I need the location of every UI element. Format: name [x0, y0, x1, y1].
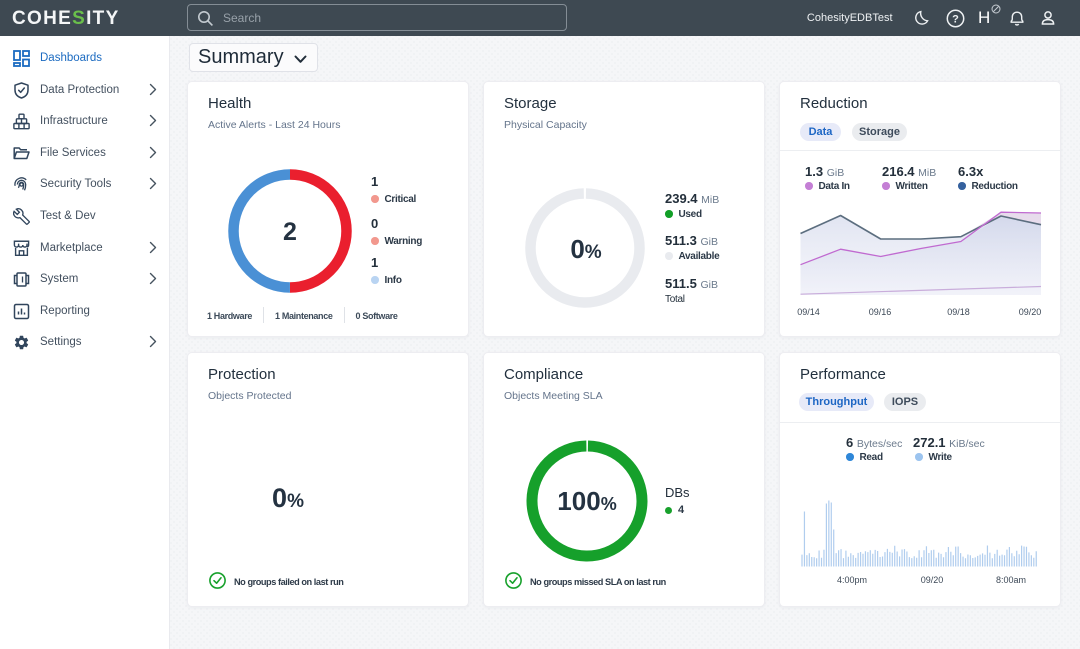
svg-text:09/20: 09/20	[921, 575, 944, 585]
svg-text:2: 2	[283, 218, 297, 246]
svg-text:100%: 100%	[557, 486, 616, 516]
svg-text:4:00pm: 4:00pm	[837, 575, 867, 585]
svg-text:09/16: 09/16	[869, 307, 892, 317]
svg-text:09/14: 09/14	[797, 307, 820, 317]
svg-text:0%: 0%	[570, 234, 601, 264]
svg-text:09/20: 09/20	[1019, 307, 1042, 317]
svg-text:?: ?	[952, 13, 959, 25]
svg-text:8:00am: 8:00am	[996, 575, 1026, 585]
svg-text:09/18: 09/18	[947, 307, 970, 317]
